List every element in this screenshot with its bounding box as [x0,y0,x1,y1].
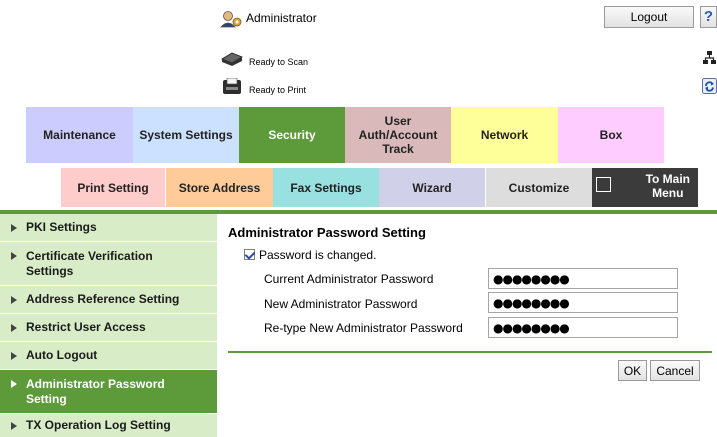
logout-button[interactable]: Logout [604,6,694,28]
administrator-label: Administrator [246,11,317,25]
chevron-right-icon [11,252,17,260]
subtab-print-setting[interactable]: Print Setting [61,168,165,207]
tab-system-settings-label: System Settings [139,128,233,142]
password-changed-checkbox[interactable] [244,249,255,260]
sidebar-item-address-reference[interactable]: Address Reference Setting [0,286,217,313]
scanner-icon [221,52,243,66]
tab-user-auth-account-track[interactable]: User Auth/Account Track [345,107,451,163]
printer-icon [223,78,241,94]
print-status: Ready to Print [249,85,307,95]
sidebar-item-restrict-user-access[interactable]: Restrict User Access [0,314,217,341]
tab-security-label: Security [268,128,316,142]
subtab-print-setting-label: Print Setting [77,180,149,195]
retype-password-field[interactable] [488,317,678,338]
current-password-field[interactable] [488,268,678,289]
current-password-label: Current Administrator Password [264,272,434,286]
sidebar-item-label: Restrict User Access [26,320,146,334]
sidebar-item-label: Auto Logout [26,348,98,362]
chevron-right-icon [11,351,17,360]
scan-status: Ready to Scan [249,57,309,67]
sidebar-item-administrator-password[interactable]: Administrator Password Setting [0,370,217,413]
sidebar-item-label: Administrator Password Setting [26,376,165,406]
tab-security[interactable]: Security [239,107,345,163]
subtab-store-address-label: Store Address [178,180,261,195]
chevron-right-icon [11,323,17,332]
chevron-right-icon [11,295,17,304]
main-menu-icon [596,177,611,192]
tab-system-settings[interactable]: System Settings [133,107,239,163]
tab-user-auth-label: User Auth/Account Track [358,114,438,156]
tab-network[interactable]: Network [451,107,558,163]
sidebar-item-auto-logout[interactable]: Auto Logout [0,342,217,369]
sidebar-item-label: Address Reference Setting [26,292,180,306]
subtab-wizard[interactable]: Wizard [379,168,485,207]
subtab-store-address[interactable]: Store Address [166,168,273,207]
refresh-icon[interactable] [702,78,717,94]
ok-button[interactable]: OK [618,360,647,381]
retype-password-label: Re-type New Administrator Password [264,321,463,335]
new-password-field[interactable] [488,292,678,313]
sidebar-item-label: PKI Settings [26,220,97,234]
chevron-right-icon [11,223,17,232]
tab-maintenance-label: Maintenance [43,128,116,142]
subtab-fax-settings[interactable]: Fax Settings [273,168,379,207]
sidebar-item-label: TX Operation Log Setting [26,418,171,432]
chevron-right-icon [11,421,17,430]
subtab-customize-label: Customize [508,180,570,195]
to-main-menu-label: To Main Menu [645,172,690,200]
new-password-label: New Administrator Password [264,297,418,311]
page-title: Administrator Password Setting [228,225,426,240]
subtab-wizard-label: Wizard [412,180,452,195]
network-icon[interactable] [702,50,717,66]
cancel-button[interactable]: Cancel [650,360,700,381]
tab-maintenance[interactable]: Maintenance [26,107,133,163]
tab-box-label: Box [599,128,623,142]
sidebar: PKI Settings Certificate Verification Se… [0,214,217,437]
tab-box[interactable]: Box [558,107,664,163]
content-divider [228,351,712,353]
password-changed-label: Password is changed. [259,248,377,262]
subtab-customize[interactable]: Customize [486,168,592,207]
to-main-menu-button[interactable]: To Main Menu [592,168,698,207]
sidebar-item-certificate-verification[interactable]: Certificate Verification Settings [0,242,217,285]
help-icon[interactable]: ? [700,6,717,28]
chevron-right-icon [11,380,17,388]
subtab-fax-settings-label: Fax Settings [290,180,362,195]
tab-network-label: Network [480,128,529,142]
sidebar-item-pki-settings[interactable]: PKI Settings [0,214,217,241]
sidebar-item-tx-operation-log[interactable]: TX Operation Log Setting [0,414,217,437]
sidebar-item-label: Certificate Verification Settings [26,248,153,278]
administrator-icon [220,11,242,28]
